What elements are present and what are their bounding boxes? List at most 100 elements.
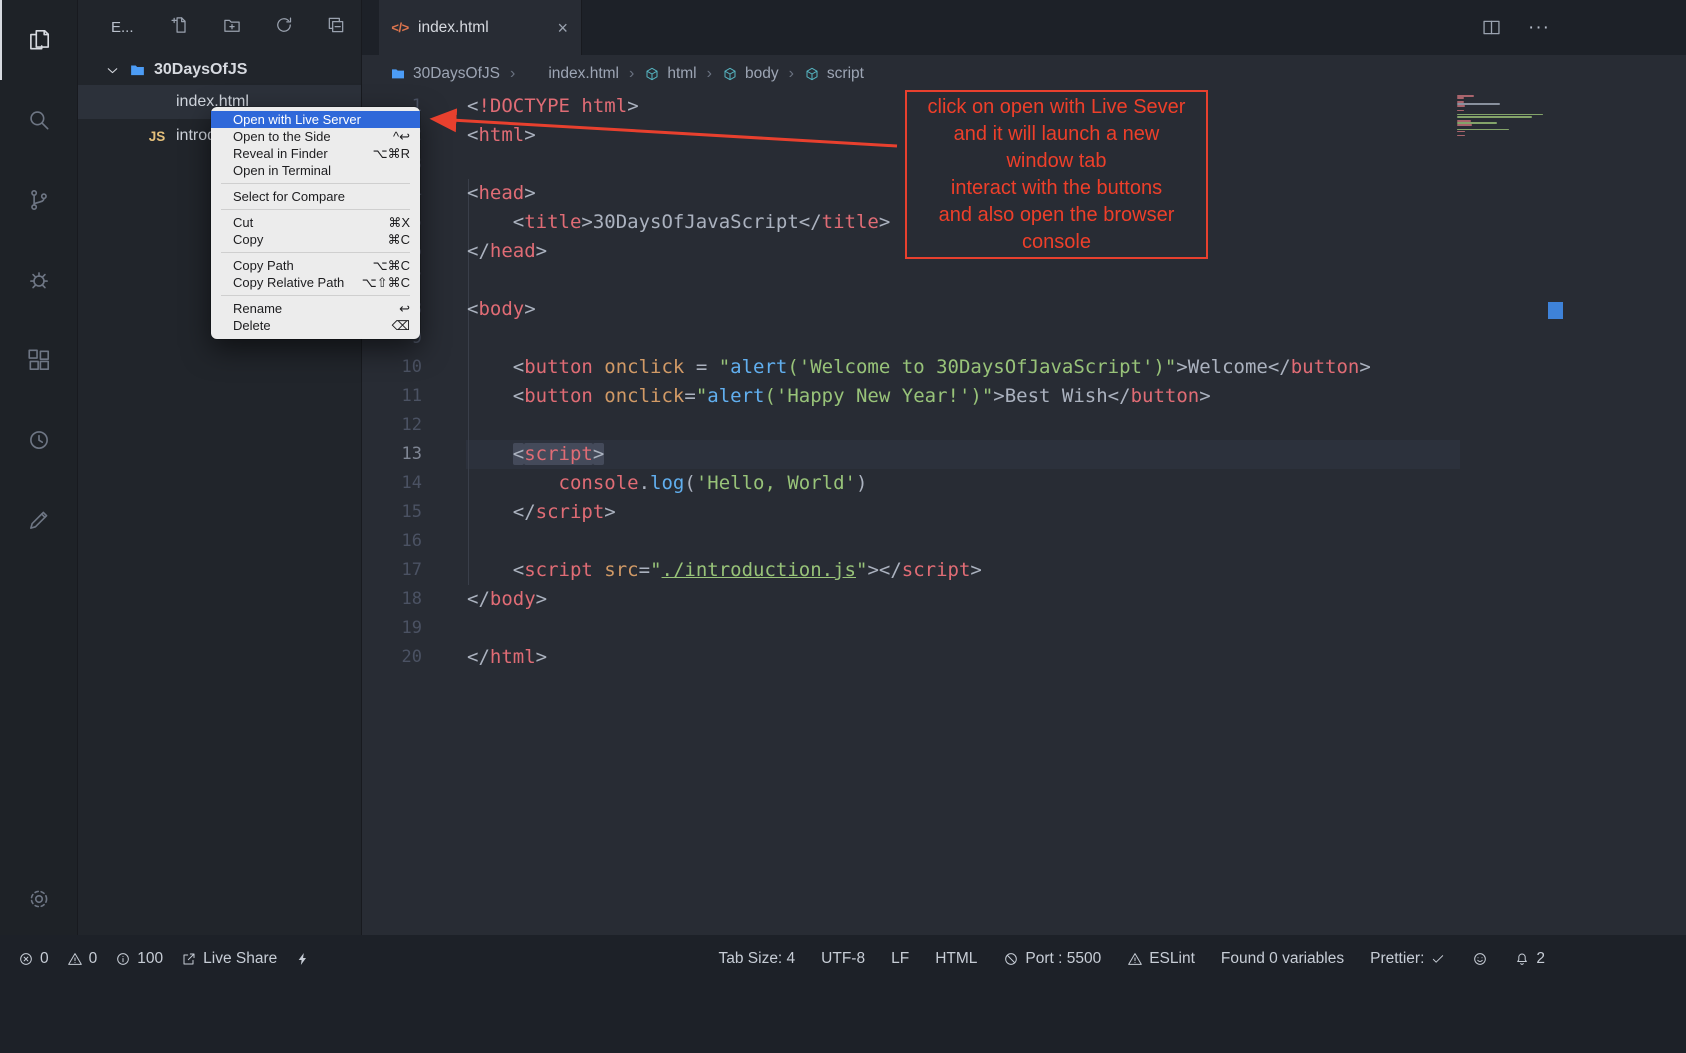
close-tab-icon[interactable]: ×	[557, 19, 568, 37]
code-line[interactable]	[467, 266, 1446, 295]
menu-separator	[221, 295, 410, 296]
html-file-icon	[149, 94, 165, 110]
line-number: 13	[362, 440, 422, 469]
vscode-window: E... 30DaysOfJSindex.htmlJSintroduction.…	[0, 0, 1686, 1053]
code-line[interactable]	[467, 411, 1446, 440]
status-utf-8[interactable]: UTF-8	[821, 950, 865, 968]
line-number: 12	[362, 411, 422, 440]
folder-icon	[129, 62, 146, 79]
menu-item-open-to-the-side[interactable]: Open to the Side^↩	[211, 128, 420, 145]
tab-bar: </> index.html × ···	[362, 0, 1686, 55]
status-bar: 00 100 Live Share Tab Size: 4 UTF-8 LF HTML Po…	[0, 935, 1686, 1053]
code-line[interactable]: </body>	[467, 585, 1446, 614]
activity-bar	[0, 0, 78, 935]
activity-run-debug[interactable]	[0, 240, 77, 320]
bell-icon	[1514, 951, 1530, 967]
breadcrumb-script[interactable]: script	[804, 65, 864, 83]
status-eslint[interactable]: ESLint	[1127, 950, 1195, 968]
menu-item-delete[interactable]: Delete⌫	[211, 317, 420, 334]
activity-settings[interactable]	[0, 863, 77, 935]
menu-item-rename[interactable]: Rename↩	[211, 300, 420, 317]
explorer-actions	[170, 15, 346, 40]
new-folder-icon	[222, 15, 242, 35]
share-icon	[181, 951, 197, 967]
status-live-share[interactable]: Live Share	[181, 950, 277, 968]
activity-search[interactable]	[0, 80, 77, 160]
new-file-icon	[170, 15, 190, 35]
pencil-icon	[26, 507, 52, 533]
line-number: 17	[362, 556, 422, 585]
menu-item-copy-relative-path[interactable]: Copy Relative Path⌥⇧⌘C	[211, 274, 420, 291]
code-line[interactable]: </script>	[467, 498, 1446, 527]
status-port-5500[interactable]: Port : 5500	[1003, 950, 1101, 968]
breadcrumb-body[interactable]: body	[722, 65, 779, 83]
code-line[interactable]	[467, 527, 1446, 556]
collapse-all-button[interactable]	[326, 15, 346, 40]
breadcrumb-index-html[interactable]: index.html	[525, 65, 619, 83]
menu-item-select-for-compare[interactable]: Select for Compare	[211, 188, 420, 205]
tree-item-root-folder[interactable]: 30DaysOfJS	[78, 55, 361, 85]
activity-explorer[interactable]	[0, 0, 77, 80]
line-number: 14	[362, 469, 422, 498]
files-icon	[26, 27, 52, 53]
line-number: 16	[362, 527, 422, 556]
explorer-title: E...	[111, 19, 134, 36]
menu-item-reveal-in-finder[interactable]: Reveal in Finder⌥⌘R	[211, 145, 420, 162]
code-line[interactable]: </html>	[467, 643, 1446, 672]
annotation-box: click on open with Live Sever and it wil…	[905, 90, 1208, 259]
code-line[interactable]	[467, 324, 1446, 353]
check-icon	[1430, 951, 1446, 967]
status-prettier[interactable]: Prettier:	[1370, 950, 1446, 968]
root-folder-label: 30DaysOfJS	[154, 61, 247, 79]
menu-item-open-with-live-server[interactable]: Open with Live Server	[211, 111, 420, 128]
menu-item-open-in-terminal[interactable]: Open in Terminal	[211, 162, 420, 179]
code-line[interactable]: <button onclick = "alert('Welcome to 30D…	[467, 353, 1446, 382]
new-file-button[interactable]	[170, 15, 190, 40]
code-line[interactable]: <script>	[467, 440, 1446, 469]
more-actions-icon[interactable]: ···	[1528, 17, 1550, 39]
search-icon	[26, 107, 52, 133]
folder-icon	[390, 66, 406, 82]
split-editor-icon[interactable]	[1481, 17, 1502, 38]
status-bolt[interactable]	[295, 951, 311, 967]
code-line[interactable]	[467, 614, 1446, 643]
refresh-icon	[274, 15, 294, 35]
code-line[interactable]: <script src="./introduction.js"></script…	[467, 556, 1446, 585]
breadcrumb-separator: ›	[707, 65, 712, 83]
status-html[interactable]: HTML	[935, 950, 977, 968]
debug-icon	[26, 267, 52, 293]
activity-source-control[interactable]	[0, 160, 77, 240]
menu-separator	[221, 252, 410, 253]
status-0[interactable]: 0	[18, 950, 49, 968]
breadcrumb-separator: ›	[510, 65, 515, 83]
bolt-icon	[295, 951, 311, 967]
code-line[interactable]: <body>	[467, 295, 1446, 324]
status-lf[interactable]: LF	[891, 950, 909, 968]
breadcrumb-30daysofjs[interactable]: 30DaysOfJS	[390, 65, 500, 83]
tab-index-html[interactable]: </> index.html ×	[379, 0, 582, 55]
status-found-0-variables[interactable]: Found 0 variables	[1221, 950, 1344, 968]
status-0[interactable]: 0	[67, 950, 98, 968]
minimap[interactable]	[1457, 95, 1547, 137]
menu-item-copy-path[interactable]: Copy Path⌥⌘C	[211, 257, 420, 274]
activity-history[interactable]	[0, 400, 77, 480]
status-100[interactable]: 100	[115, 950, 163, 968]
refresh-button[interactable]	[274, 15, 294, 40]
line-number: 11	[362, 382, 422, 411]
activity-feedback[interactable]	[0, 480, 77, 560]
extensions-icon	[26, 347, 52, 373]
context-menu: Open with Live ServerOpen to the Side^↩R…	[211, 107, 420, 339]
breadcrumb-separator: ›	[629, 65, 634, 83]
new-folder-button[interactable]	[222, 15, 242, 40]
status-smiley[interactable]	[1472, 951, 1488, 967]
status-tab-size-4[interactable]: Tab Size: 4	[718, 950, 795, 968]
breadcrumb-html[interactable]: html	[644, 65, 696, 83]
menu-separator	[221, 209, 410, 210]
code-line[interactable]: console.log('Hello, World')	[467, 469, 1446, 498]
status-2[interactable]: 2	[1514, 950, 1545, 968]
menu-item-cut[interactable]: Cut⌘X	[211, 214, 420, 231]
activity-extensions[interactable]	[0, 320, 77, 400]
menu-item-copy[interactable]: Copy⌘C	[211, 231, 420, 248]
code-line[interactable]: <button onclick="alert('Happy New Year!'…	[467, 382, 1446, 411]
js-file-icon: JS	[149, 128, 165, 144]
